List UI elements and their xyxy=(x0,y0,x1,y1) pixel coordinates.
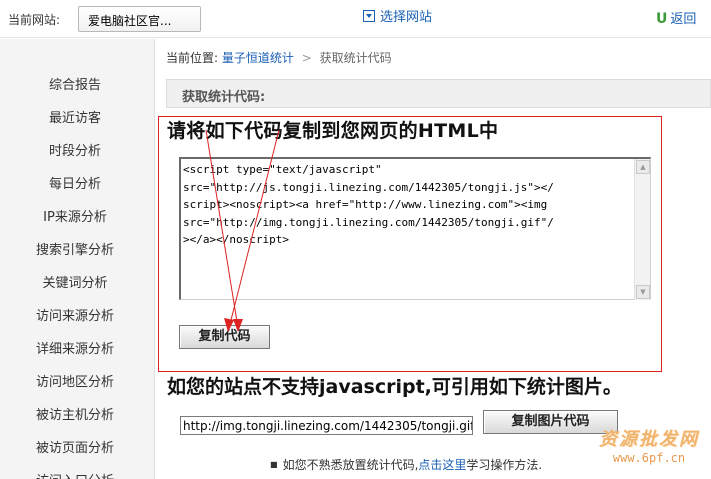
sidebar-item-overview[interactable]: 综合报告 xyxy=(0,74,150,93)
sidebar: 综合报告 最近访客 时段分析 每日分析 IP来源分析 搜索引擎分析 关键词分析 … xyxy=(0,39,155,479)
breadcrumb-link-home[interactable]: 量子恒道统计 xyxy=(222,51,294,65)
section-header: 获取统计代码: xyxy=(166,79,711,108)
sidebar-item-host[interactable]: 被访主机分析 xyxy=(0,404,150,423)
help-text-after: 学习操作方法. xyxy=(466,458,543,472)
sidebar-item-hourly[interactable]: 时段分析 xyxy=(0,140,150,159)
top-bar: 当前网站: 爱电脑社区官... 选择网站 U 返回 xyxy=(0,0,711,38)
bullet-icon: ■ xyxy=(270,460,278,469)
help-text-before: 如您不熟悉放置统计代码, xyxy=(282,458,419,472)
sidebar-item-entry[interactable]: 访问入口分析 xyxy=(0,470,150,479)
sidebar-item-detailed-referrer[interactable]: 详细来源分析 xyxy=(0,338,150,357)
breadcrumb-separator: > xyxy=(301,51,312,65)
back-link[interactable]: U 返回 xyxy=(656,8,696,27)
sidebar-item-recent-visitors[interactable]: 最近访客 xyxy=(0,107,150,126)
choose-site-link[interactable]: 选择网站 xyxy=(363,6,432,25)
help-line: ■ 如您不熟悉放置统计代码,点击这里学习操作方法. xyxy=(270,456,542,473)
help-link[interactable]: 点击这里 xyxy=(418,458,466,472)
back-label: 返回 xyxy=(670,12,697,27)
return-icon: U xyxy=(656,11,668,27)
breadcrumb: 当前位置: 量子恒道统计 > 获取统计代码 xyxy=(166,49,392,66)
current-site-label: 当前网站: xyxy=(8,13,61,27)
sidebar-item-referrer[interactable]: 访问来源分析 xyxy=(0,305,150,324)
watermark-text: 资源批发网 xyxy=(599,429,699,450)
dropdown-icon xyxy=(363,10,375,22)
current-site-selector[interactable]: 爱电脑社区官... xyxy=(78,6,201,32)
breadcrumb-prefix: 当前位置: xyxy=(166,51,219,65)
scroll-down-icon[interactable]: ▼ xyxy=(636,285,650,299)
breadcrumb-current: 获取统计代码 xyxy=(319,51,392,65)
sidebar-item-keywords[interactable]: 关键词分析 xyxy=(0,272,150,291)
sidebar-item-daily[interactable]: 每日分析 xyxy=(0,173,150,192)
code-textarea[interactable]: <script type="text/javascript" src="http… xyxy=(179,157,651,300)
sidebar-item-pages[interactable]: 被访页面分析 xyxy=(0,437,150,456)
copy-code-button[interactable]: 复制代码 xyxy=(179,325,270,349)
copy-code-heading: 请将如下代码复制到您网页的HTML中 xyxy=(167,120,499,142)
watermark-url: www.6pf.cn xyxy=(612,451,686,465)
image-code-heading: 如您的站点不支持javascript,可引用如下统计图片。 xyxy=(167,376,622,398)
sidebar-item-search-engine[interactable]: 搜索引擎分析 xyxy=(0,239,150,258)
sidebar-item-ip-source[interactable]: IP来源分析 xyxy=(0,206,150,225)
code-scrollbar[interactable]: ▲ ▼ xyxy=(634,159,650,300)
sidebar-item-region[interactable]: 访问地区分析 xyxy=(0,371,150,390)
code-text[interactable]: <script type="text/javascript" src="http… xyxy=(182,160,634,298)
scroll-up-icon[interactable]: ▲ xyxy=(636,160,650,174)
watermark-logo: 资源批发网 www.6pf.cn xyxy=(594,425,704,469)
image-url-field[interactable]: http://img.tongji.linezing.com/1442305/t… xyxy=(180,416,473,435)
choose-site-label: 选择网站 xyxy=(380,10,433,25)
